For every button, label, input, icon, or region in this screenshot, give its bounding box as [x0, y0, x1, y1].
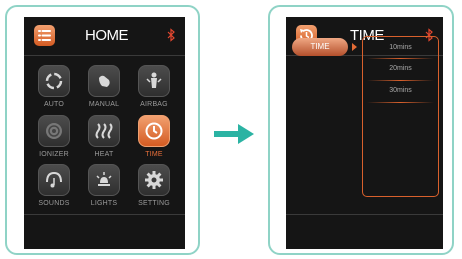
pointer-triangle-icon [352, 43, 357, 51]
time-option-10[interactable]: 10mins [363, 44, 438, 51]
ionizer-icon [38, 115, 70, 147]
time-option-20[interactable]: 20mins [363, 65, 438, 72]
home-item-label: SOUNDS [38, 200, 70, 207]
heat-waves-icon [88, 115, 120, 147]
home-item-label: MANUAL [88, 101, 120, 108]
home-item-heat[interactable]: HEAT [82, 115, 126, 158]
clock-icon [138, 115, 170, 147]
home-item-setting[interactable]: SETTING [132, 164, 176, 207]
footer-divider [286, 214, 443, 215]
option-divider [367, 80, 434, 81]
time-screen: TIME TIME 10mins 20mins 30mins [286, 17, 443, 249]
gear-icon [138, 164, 170, 196]
option-divider [367, 102, 434, 103]
bluetooth-icon [167, 28, 175, 42]
music-note-icon [38, 164, 70, 196]
footer-divider [24, 214, 185, 215]
home-item-sounds[interactable]: SOUNDS [32, 164, 76, 207]
home-item-ionizer[interactable]: IONIZER [32, 115, 76, 158]
home-item-label: IONIZER [39, 151, 69, 158]
home-item-label: AUTO [43, 101, 65, 108]
home-item-airbag[interactable]: AIRBAG [132, 65, 176, 108]
page-title: HOME [85, 27, 129, 44]
time-options-list: 10mins 20mins 30mins [362, 36, 439, 197]
home-item-label: SETTING [138, 200, 170, 207]
auto-cycle-icon [38, 65, 70, 97]
home-item-time[interactable]: TIME [132, 115, 176, 158]
arrow-right-icon [214, 124, 254, 144]
light-icon [88, 164, 120, 196]
home-item-manual[interactable]: MANUAL [82, 65, 126, 108]
menu-icon[interactable] [34, 25, 55, 46]
time-tab-button[interactable]: TIME [292, 38, 348, 56]
home-item-lights[interactable]: LIGHTS [82, 164, 126, 207]
airbag-body-icon [138, 65, 170, 97]
home-item-label: LIGHTS [90, 200, 118, 207]
header-divider [24, 55, 185, 56]
home-item-label: HEAT [94, 151, 114, 158]
hand-icon [88, 65, 120, 97]
option-divider [367, 58, 434, 59]
home-item-label: AIRBAG [140, 101, 168, 108]
home-item-auto[interactable]: AUTO [32, 65, 76, 108]
home-header: HOME [24, 17, 185, 55]
time-option-30[interactable]: 30mins [363, 87, 438, 94]
home-item-label: TIME [145, 151, 163, 158]
home-screen: HOME AUTO MANUAL AIRBAG IONIZER HEAT TIM… [24, 17, 185, 249]
